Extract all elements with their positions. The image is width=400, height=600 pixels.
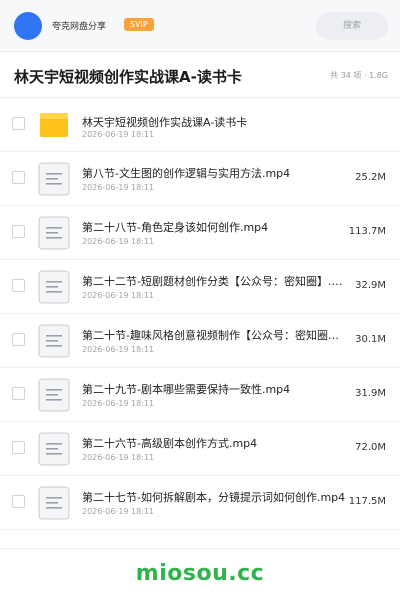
- list-item[interactable]: 第二十二节-短剧题材创作分类【公众号：密知圈】.mp4 2026-06-19 1…: [0, 260, 400, 314]
- file-name: 第二十七节-如何拆解剧本，分镜提示词如何创作.mp4: [82, 491, 346, 504]
- document-icon: [38, 162, 70, 196]
- file-date: 2026-06-19 18:11: [82, 183, 155, 192]
- file-size: 32.9M: [355, 280, 386, 291]
- share-page: 夸克网盘分享 SVIP 搜索 林天宇短视频创作实战课A-读书卡 共 34 项 ·…: [0, 0, 400, 600]
- avatar[interactable]: [14, 12, 42, 40]
- file-name: 第二十节-趣味风格创意视频制作【公众号：密知圈】.mp4: [82, 329, 348, 342]
- title-row: 林天宇短视频创作实战课A-读书卡 共 34 项 · 1.8G: [0, 52, 400, 98]
- file-date: 2026-06-19 18:11: [82, 130, 155, 139]
- file-date: 2026-06-19 18:11: [82, 291, 155, 300]
- search-input[interactable]: 搜索: [316, 12, 388, 40]
- app-name: 夸克网盘分享: [52, 22, 107, 32]
- file-name: 第二十二节-短剧题材创作分类【公众号：密知圈】.mp4: [82, 275, 348, 288]
- list-item[interactable]: 第二十八节-角色定身该如何创作.mp4 2026-06-19 18:11 113…: [0, 206, 400, 260]
- file-name: 第二十八节-角色定身该如何创作.mp4: [82, 221, 269, 234]
- file-size: 117.5M: [348, 496, 386, 507]
- select-checkbox[interactable]: [12, 279, 25, 292]
- select-checkbox[interactable]: [12, 441, 25, 454]
- document-icon: [38, 378, 70, 412]
- file-list: 林天宇短视频创作实战课A-读书卡 2026-06-19 18:11 第八节-文生…: [0, 98, 400, 530]
- document-icon: [38, 270, 70, 304]
- page-title: 林天宇短视频创作实战课A-读书卡: [14, 68, 242, 86]
- file-size: 113.7M: [348, 226, 386, 237]
- footer: miosou.cc: [0, 548, 400, 600]
- list-item[interactable]: 第二十七节-如何拆解剧本，分镜提示词如何创作.mp4 2026-06-19 18…: [0, 476, 400, 530]
- file-name: 第二十六节-高级剧本创作方式.mp4: [82, 437, 258, 450]
- select-checkbox[interactable]: [12, 225, 25, 238]
- file-size: 30.1M: [355, 334, 386, 345]
- list-item[interactable]: 第二十六节-高级剧本创作方式.mp4 2026-06-19 18:11 72.0…: [0, 422, 400, 476]
- file-date: 2026-06-19 18:11: [82, 237, 155, 246]
- select-checkbox[interactable]: [12, 171, 25, 184]
- file-date: 2026-06-19 18:11: [82, 345, 155, 354]
- file-name: 林天宇短视频创作实战课A-读书卡: [82, 116, 248, 129]
- document-icon: [38, 486, 70, 520]
- list-item-folder[interactable]: 林天宇短视频创作实战课A-读书卡 2026-06-19 18:11: [0, 98, 400, 152]
- svip-badge: SVIP: [124, 18, 154, 31]
- list-item[interactable]: 第八节-文生图的创作逻辑与实用方法.mp4 2026-06-19 18:11 2…: [0, 152, 400, 206]
- item-summary: 共 34 项 · 1.8G: [330, 71, 388, 80]
- select-checkbox[interactable]: [12, 333, 25, 346]
- list-item[interactable]: 第二十九节-剧本哪些需要保持一致性.mp4 2026-06-19 18:11 3…: [0, 368, 400, 422]
- document-icon: [38, 216, 70, 250]
- file-date: 2026-06-19 18:11: [82, 453, 155, 462]
- list-item[interactable]: 第二十节-趣味风格创意视频制作【公众号：密知圈】.mp4 2026-06-19 …: [0, 314, 400, 368]
- file-size: 31.9M: [355, 388, 386, 399]
- select-checkbox[interactable]: [12, 117, 25, 130]
- file-name: 第八节-文生图的创作逻辑与实用方法.mp4: [82, 167, 291, 180]
- file-size: 72.0M: [355, 442, 386, 453]
- file-date: 2026-06-19 18:11: [82, 507, 155, 516]
- file-date: 2026-06-19 18:11: [82, 399, 155, 408]
- file-name: 第二十九节-剧本哪些需要保持一致性.mp4: [82, 383, 291, 396]
- folder-icon: [38, 108, 70, 142]
- top-bar: 夸克网盘分享 SVIP 搜索: [0, 0, 400, 52]
- watermark-text: miosou.cc: [135, 561, 265, 586]
- select-checkbox[interactable]: [12, 387, 25, 400]
- file-size: 25.2M: [355, 172, 386, 183]
- select-checkbox[interactable]: [12, 495, 25, 508]
- document-icon: [38, 324, 70, 358]
- document-icon: [38, 432, 70, 466]
